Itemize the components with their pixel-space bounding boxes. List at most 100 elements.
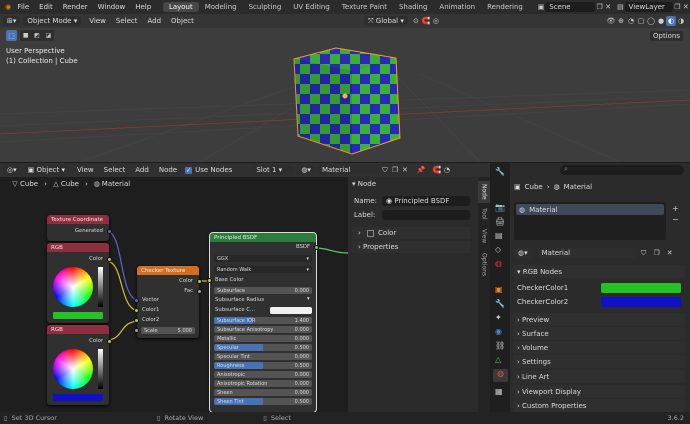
bsdf-row[interactable]: Metallic 0.000 (214, 335, 312, 342)
bsdf-row[interactable]: Sheen 0.000 (214, 389, 312, 396)
data-icon[interactable]: △ (495, 355, 501, 364)
render-icon[interactable]: 📷 (495, 203, 505, 212)
node-panel-header[interactable]: ▾ Node (352, 180, 376, 188)
tab-texture-paint[interactable]: Texture Paint (336, 2, 393, 12)
chevron-down-icon[interactable]: ▾ (307, 296, 310, 302)
gizmo-icon[interactable]: ⊕ (616, 16, 626, 26)
socket-input[interactable] (207, 278, 212, 283)
editor-type-button[interactable]: ⊞▾ (3, 16, 21, 26)
select-mode-icons[interactable]: ■ ◩ ◪ (20, 30, 54, 41)
overlay-icon[interactable]: ◔ (626, 16, 636, 26)
value-slider[interactable] (98, 349, 103, 389)
vp-menu-add[interactable]: Add (142, 17, 166, 25)
menu-help[interactable]: Help (130, 3, 156, 11)
transform-orientation-select[interactable]: ⤧ Global ▾ (363, 16, 408, 26)
object-icon[interactable]: ▣ (495, 285, 503, 294)
socket-input[interactable] (134, 298, 139, 303)
color-wheel[interactable] (53, 267, 93, 307)
material-browse-button[interactable]: ◍▾ (297, 165, 315, 175)
tab-options[interactable]: Options (478, 251, 490, 279)
modifier-icon[interactable]: 🔧 (495, 299, 505, 308)
node-menu-select[interactable]: Select (99, 166, 131, 174)
rendered-shading-icon[interactable]: ◑ (676, 16, 686, 26)
socket-output[interactable] (107, 257, 112, 262)
material-name-field[interactable]: Material (537, 248, 636, 258)
shield-icon[interactable]: ⛉ (639, 248, 649, 258)
close-icon[interactable]: ✕ (665, 248, 675, 258)
socket-output[interactable] (197, 279, 202, 284)
bsdf-row[interactable]: Anisotropic 0.000 (214, 371, 312, 378)
distribution-select[interactable]: GGX ▾ (214, 255, 312, 262)
proportional-edit-icon[interactable]: ◎ (431, 16, 441, 26)
material-slot-item[interactable]: ◍ Material (516, 204, 664, 215)
node-checker-texture[interactable]: Checker Texture Color Fac Vector Color1 … (134, 266, 202, 338)
subsurface-method-select[interactable]: Random Walk ▾ (214, 266, 312, 273)
color-swatch[interactable] (53, 312, 103, 319)
tab-rendering[interactable]: Rendering (481, 2, 529, 12)
settings-panel[interactable]: › Settings (513, 355, 685, 368)
output-icon[interactable]: 🖨 (495, 217, 505, 226)
bsdf-row[interactable]: Subsurface IOR 1.400 (214, 317, 312, 324)
properties-panel[interactable]: › Properties (352, 241, 470, 253)
tool-icon[interactable]: 🔧 (495, 167, 505, 176)
material-icon[interactable]: ◍ (493, 369, 508, 382)
tab-uv-editing[interactable]: UV Editing (287, 2, 336, 12)
tab-sculpting[interactable]: Sculpting (243, 2, 288, 12)
close-icon[interactable]: ✕ (604, 2, 612, 12)
socket-output[interactable] (107, 229, 112, 234)
physics-icon[interactable]: ◉ (495, 327, 502, 336)
vp-menu-select[interactable]: Select (111, 17, 143, 25)
bsdf-row[interactable]: Roughness 0.500 (214, 362, 312, 369)
node-menu-node[interactable]: Node (154, 166, 182, 174)
value-slider[interactable] (98, 267, 103, 307)
view-layer-field[interactable]: ViewLayer (624, 2, 674, 12)
close-icon[interactable]: ✕ (400, 165, 410, 175)
material-browse-button[interactable]: ◍▾ (514, 248, 532, 258)
viewport-display-panel[interactable]: › Viewport Display (513, 385, 685, 398)
volume-panel[interactable]: › Volume (513, 341, 685, 354)
bsdf-row[interactable]: Subsurface Anisotropy 0.000 (214, 326, 312, 333)
tab-shading[interactable]: Shading (393, 2, 433, 12)
node-editor-type-button[interactable]: ◎▾ (3, 165, 21, 175)
subsurface-color-swatch[interactable] (270, 307, 312, 314)
color-wheel[interactable] (53, 349, 93, 389)
checker2-color-swatch[interactable] (601, 297, 681, 307)
shield-icon[interactable]: ⛉ (380, 165, 390, 175)
slot-add-button[interactable]: + (672, 204, 679, 213)
properties-search[interactable]: ⌕ (560, 165, 684, 175)
label-field[interactable] (382, 210, 470, 220)
checker1-color-swatch[interactable] (601, 283, 681, 293)
socket-output[interactable] (314, 245, 319, 250)
socket-output[interactable] (107, 339, 112, 344)
material-field[interactable]: Material (317, 165, 380, 175)
copy-icon[interactable]: ❐ (652, 248, 662, 258)
close-icon[interactable]: ✕ (682, 2, 690, 12)
socket-input[interactable] (134, 308, 139, 313)
menu-window[interactable]: Window (93, 3, 131, 11)
material-slot-list[interactable]: ◍ Material (514, 202, 666, 240)
view-layer-icon[interactable]: ▤ (495, 231, 503, 240)
options-button[interactable]: Options (650, 31, 684, 41)
bsdf-row[interactable]: Specular Tint 0.000 (214, 353, 312, 360)
solid-shading-icon[interactable]: ● (656, 16, 666, 26)
color-swatch[interactable] (53, 394, 103, 401)
menu-file[interactable]: File (12, 3, 34, 11)
node-menu-view[interactable]: View (72, 166, 99, 174)
snap-icon[interactable]: 🧲 (421, 16, 431, 26)
overlay-icon[interactable]: ◔ (442, 165, 452, 175)
texture-icon[interactable]: ▦ (495, 387, 503, 396)
slot-remove-button[interactable]: − (672, 215, 679, 224)
material-shading-icon[interactable]: ◐ (666, 16, 676, 26)
bsdf-row[interactable]: Subsurface 0.000 (214, 287, 312, 294)
blender-logo-icon[interactable]: ◉ (4, 2, 12, 12)
scene-icon[interactable]: ◇ (495, 245, 501, 254)
copy-icon[interactable]: ❐ (595, 2, 603, 12)
color-panel[interactable]: › Color (352, 227, 470, 239)
copy-icon[interactable]: ❐ (390, 165, 400, 175)
socket-output[interactable] (197, 289, 202, 294)
scale-field[interactable]: Scale 5.000 (141, 327, 195, 334)
tab-layout[interactable]: Layout (162, 2, 199, 12)
tab-modeling[interactable]: Modeling (199, 2, 243, 12)
name-field[interactable]: ◉ Principled BSDF (382, 196, 470, 206)
xray-icon[interactable]: ▢ (636, 16, 646, 26)
